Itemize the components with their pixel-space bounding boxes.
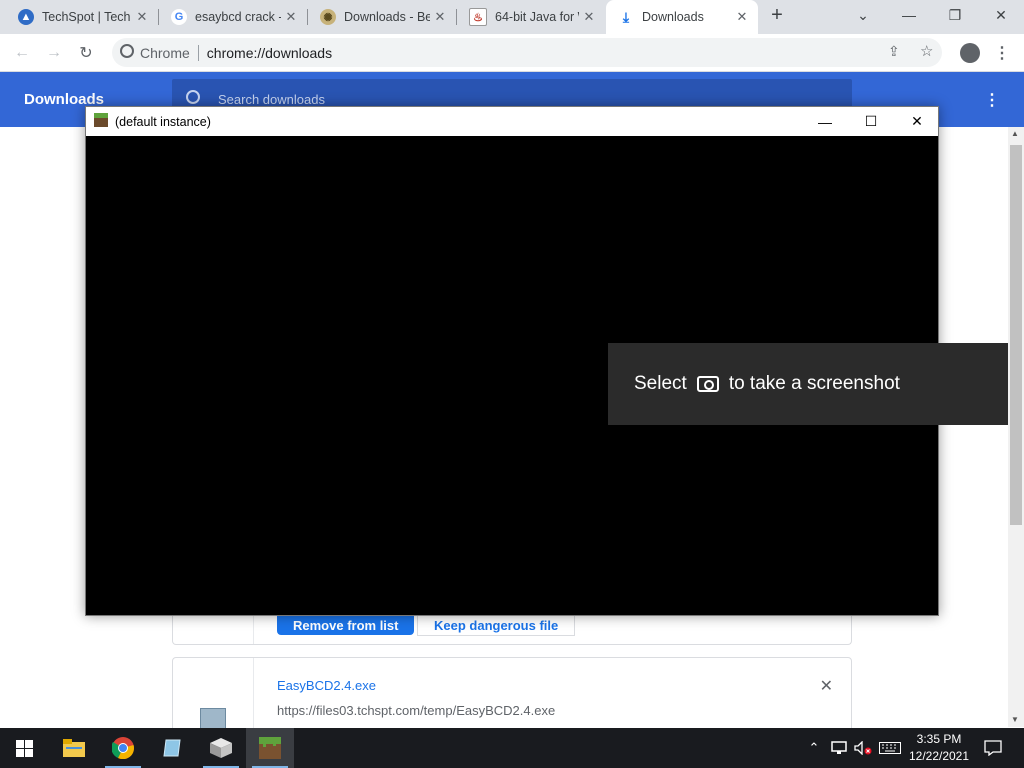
scroll-up-icon[interactable]: ▲ (1011, 129, 1019, 138)
scroll-down-icon[interactable]: ▼ (1011, 715, 1019, 724)
divider (197, 44, 199, 61)
game-window-titlebar[interactable]: (default instance) — ☐ ✕ (86, 107, 938, 136)
file-icon-column (173, 615, 254, 644)
close-tab-icon[interactable]: ✕ (281, 9, 301, 25)
forward-button[interactable]: → (40, 39, 68, 67)
windows-taskbar: ⌃ 3:35 PM 12/22/2021 (0, 728, 1024, 768)
taskbar-clock[interactable]: 3:35 PM 12/22/2021 (904, 731, 974, 765)
url-text: chrome://downloads (206, 44, 333, 61)
java-icon: ♨ (469, 8, 487, 26)
camera-icon (696, 376, 719, 392)
game-window-title: (default instance) (115, 115, 211, 129)
game-close-button[interactable]: ✕ (894, 107, 940, 136)
clock-date: 12/22/2021 (908, 749, 970, 763)
site-label: Chrome (140, 44, 190, 61)
minimize-button[interactable]: — (886, 0, 932, 30)
file-icon-column (173, 658, 254, 736)
close-tab-icon[interactable]: ✕ (132, 9, 152, 25)
download-card-dangerous: Remove from list Keep dangerous file (172, 615, 852, 645)
volume-muted-icon[interactable] (852, 728, 874, 768)
globe-icon: ✺ (320, 9, 336, 25)
browser-toolbar: ← → ↻ Chrome chrome://downloads ⇪ ☆ ⋮ (0, 34, 1024, 72)
scrollbar-thumb[interactable] (1010, 145, 1022, 525)
close-tab-icon[interactable]: ✕ (732, 9, 752, 25)
remove-download-icon[interactable]: ✕ (820, 676, 833, 696)
tab-techspot[interactable]: ▲ TechSpot | Tech ✕ (6, 0, 159, 34)
techspot-icon: ▲ (18, 9, 34, 25)
tab-google-search[interactable]: G esaybcd crack - ✕ (159, 0, 308, 34)
download-filename-link[interactable]: EasyBCD2.4.exe (277, 678, 376, 693)
close-window-button[interactable]: ✕ (978, 0, 1024, 30)
chrome-menu-icon[interactable]: ⋮ (988, 39, 1016, 67)
new-tab-button[interactable]: + (760, 0, 794, 30)
download-card-easybcd: EasyBCD2.4.exe https://files03.tchspt.co… (172, 657, 852, 737)
bookmark-star-icon[interactable]: ☆ (920, 42, 933, 60)
chrome-icon[interactable] (99, 728, 147, 768)
game-minimize-button[interactable]: — (802, 107, 848, 136)
touch-keyboard-icon[interactable] (876, 728, 904, 768)
network-icon[interactable] (828, 728, 850, 768)
tab-java[interactable]: ♨ 64-bit Java for W ✕ (457, 0, 605, 34)
notepad-icon[interactable] (148, 728, 196, 768)
tab-label: Downloads (642, 10, 704, 24)
tab-downloads[interactable]: ⤓ Downloads ✕ (606, 0, 758, 34)
download-icon: ⤓ (622, 8, 630, 25)
game-maximize-button[interactable]: ☐ (848, 107, 894, 136)
restore-button[interactable]: ❐ (932, 0, 978, 30)
show-hidden-icons-chevron-icon[interactable]: ⌃ (804, 728, 824, 768)
toast-suffix-text: to take a screenshot (728, 373, 900, 394)
downloads-menu-icon[interactable]: ⋮ (984, 90, 1000, 110)
tab-label: TechSpot | Tech (42, 10, 131, 24)
minecraft-grass-block-icon (94, 113, 108, 127)
close-tab-icon[interactable]: ✕ (430, 9, 450, 25)
tab-label: esaybcd crack - (195, 10, 281, 24)
download-source-url: https://files03.tchspt.com/temp/EasyBCD2… (277, 703, 556, 718)
address-bar[interactable]: Chrome chrome://downloads ⇪ ☆ (112, 38, 942, 67)
back-button[interactable]: ← (8, 39, 36, 67)
notification-center-icon[interactable] (978, 728, 1008, 768)
browser-tab-strip: ▲ TechSpot | Tech ✕ G esaybcd crack - ✕ … (0, 0, 1024, 34)
tab-label: 64-bit Java for W (495, 10, 579, 24)
google-icon: G (171, 9, 187, 25)
profile-avatar-icon[interactable] (956, 39, 984, 67)
reload-button[interactable]: ↻ (72, 39, 100, 67)
toast-prefix-text: Select (634, 373, 687, 394)
close-tab-icon[interactable]: ✕ (579, 9, 599, 25)
windows-start-icon[interactable] (0, 728, 48, 768)
screenshot-toast[interactable]: Select to take a screenshot (608, 343, 1008, 425)
tab-search-chevron-icon[interactable]: ⌄ (840, 0, 886, 30)
remove-from-list-button[interactable]: Remove from list (277, 615, 415, 635)
share-icon[interactable]: ⇪ (888, 43, 900, 60)
minecraft-icon[interactable] (246, 728, 294, 768)
tab-label: Downloads - Be (344, 10, 430, 24)
minecraft-launcher-icon[interactable] (197, 728, 245, 768)
tab-downloads-be[interactable]: ✺ Downloads - Be ✕ (308, 0, 457, 34)
clock-time: 3:35 PM (916, 732, 962, 746)
search-placeholder: Search downloads (218, 91, 325, 107)
page-scrollbar[interactable]: ▲ ▼ (1008, 127, 1024, 727)
search-icon (186, 90, 200, 104)
keep-dangerous-file-button[interactable]: Keep dangerous file (417, 615, 576, 636)
chrome-page-icon (120, 44, 134, 58)
file-explorer-icon[interactable] (50, 728, 98, 768)
